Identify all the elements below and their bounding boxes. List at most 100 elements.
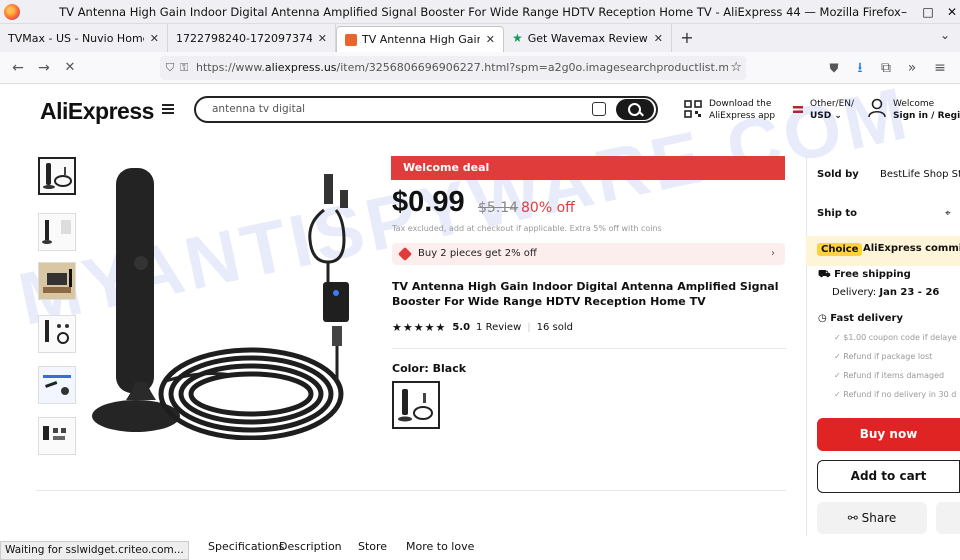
rating-row: ★★★★★ 5.0 1 Review | 16 sold <box>392 321 573 334</box>
forward-icon[interactable]: → <box>34 58 54 78</box>
star-rating-icon: ★★★★★ <box>392 321 447 334</box>
delivery-dates: Jan 23 - 26 <box>879 287 940 298</box>
star-favicon-icon: ★ <box>512 31 523 45</box>
close-tab-icon[interactable]: ✕ <box>150 32 159 45</box>
qr-code-icon[interactable] <box>684 100 702 118</box>
delivery-row: Delivery: Jan 23 - 26 <box>832 287 939 298</box>
pocket-icon[interactable]: ⛊ <box>824 58 844 78</box>
feature-item: ✓ Refund if items damaged <box>834 371 945 380</box>
image-search-icon[interactable] <box>592 102 606 116</box>
us-flag-icon <box>793 106 803 113</box>
welcome-deal-banner: Welcome deal <box>391 156 785 180</box>
gallery-thumbnail[interactable] <box>38 157 76 195</box>
navigation-bar: ← → ✕ ⛉ ⚿ https://www.aliexpress.us/item/3… <box>0 52 960 84</box>
tab-store[interactable]: Store <box>358 540 387 553</box>
chevron-down-icon: ⌄ <box>834 111 842 121</box>
extensions-icon[interactable]: ⧉ <box>876 58 896 78</box>
welcome-line1: Welcome <box>893 99 935 109</box>
download-icon[interactable]: ⭳ <box>850 58 870 78</box>
categories-menu-icon[interactable] <box>162 104 174 114</box>
tab-more-to-love[interactable]: More to love <box>406 540 474 553</box>
overflow-icon[interactable]: » <box>902 58 922 78</box>
lock-icon[interactable]: ⚿ <box>180 56 196 80</box>
discount-label: 80% off <box>521 200 575 216</box>
close-tab-icon[interactable]: ✕ <box>318 32 327 45</box>
bookmark-star-icon[interactable]: ☆ <box>728 56 742 80</box>
gallery-thumbnail[interactable] <box>38 213 76 251</box>
bundle-promo[interactable]: Buy 2 pieces get 2% off › <box>392 243 785 265</box>
product-title: TV Antenna High Gain Indoor Digital Ante… <box>392 280 779 308</box>
window-titlebar: TV Antenna High Gain Indoor Digital Ante… <box>0 0 960 24</box>
back-icon[interactable]: ← <box>8 58 28 78</box>
close-tab-icon[interactable]: ✕ <box>654 32 663 45</box>
feature-text: $1.00 coupon code if delaye <box>843 333 957 342</box>
color-label: Color: Black <box>392 362 467 375</box>
url-rest: /item/3256806696906227.html?spm=a2g0o.im… <box>336 61 730 74</box>
list-tabs-icon[interactable]: ⌄ <box>940 28 950 42</box>
add-to-cart-button[interactable]: Add to cart <box>817 460 960 493</box>
rating-value: 5.0 <box>452 322 471 333</box>
welcome-line2: Sign in / Register <box>893 111 960 121</box>
new-tab-icon[interactable]: + <box>672 24 702 52</box>
feature-item: ✓ Refund if no delivery in 30 d <box>834 390 957 399</box>
tab-description[interactable]: Description <box>279 540 342 553</box>
location-pin-icon[interactable]: ⌖ <box>945 208 951 219</box>
url-prefix: https://www. <box>196 61 265 74</box>
fast-delivery-label: Fast delivery <box>830 313 903 324</box>
account-link[interactable]: Welcome Sign in / Register <box>893 98 960 122</box>
tab-nuvio[interactable]: TVMax - US - Nuvio Home ✕ <box>0 24 168 52</box>
review-count[interactable]: 1 Review <box>476 322 521 333</box>
tab-label: 1722798240-1720973747-5 <box>176 31 312 45</box>
color-swatch-black[interactable] <box>392 381 440 429</box>
download-app-link[interactable]: Download the AliExpress app <box>709 98 775 122</box>
main-product-image[interactable] <box>88 150 358 441</box>
current-price: $0.99 <box>392 186 465 218</box>
divider <box>36 490 786 491</box>
tax-note: Tax excluded, add at checkout if applica… <box>392 224 662 233</box>
choice-badge: Choice <box>817 243 863 256</box>
buy-now-button[interactable]: Buy now <box>817 418 960 451</box>
seller-name[interactable]: BestLife Shop Sto <box>880 169 960 180</box>
gallery-thumbnail[interactable] <box>38 366 76 404</box>
search-button[interactable] <box>616 99 654 120</box>
window-title: TV Antenna High Gain Indoor Digital Ante… <box>59 4 901 19</box>
feature-item: ✓ $1.00 coupon code if delaye <box>834 333 957 342</box>
sold-count: 16 sold <box>536 322 573 333</box>
firefox-logo-icon <box>4 4 20 20</box>
locale-line2: USD <box>810 111 832 121</box>
locale-selector[interactable]: Other/EN/ USD ⌄ <box>810 98 854 122</box>
close-window-icon[interactable]: ✕ <box>936 0 960 24</box>
clock-icon: ◷ <box>818 313 827 324</box>
wishlist-button[interactable] <box>936 502 960 534</box>
original-price: $5.14 <box>478 200 519 216</box>
gallery-thumbnail[interactable] <box>38 417 76 455</box>
tab-label: TVMax - US - Nuvio Home <box>8 31 144 45</box>
feature-text: Refund if package lost <box>843 352 933 361</box>
search-input[interactable]: antenna tv digital <box>194 96 658 123</box>
aliexpress-logo[interactable]: AliExpress <box>40 98 154 125</box>
sold-by-label: Sold by <box>817 169 859 180</box>
tab-aliexpress[interactable]: TV Antenna High Gain In ✕ <box>336 26 504 52</box>
shield-icon[interactable]: ⛉ <box>160 56 180 80</box>
tab-bar: TVMax - US - Nuvio Home ✕ 1722798240-1720… <box>0 24 960 52</box>
separator: | <box>527 322 531 333</box>
tab-label: TV Antenna High Gain In <box>362 33 480 46</box>
share-button[interactable]: ⚯ Share <box>817 502 927 534</box>
truck-icon: ⛟ <box>818 269 831 280</box>
stop-loading-icon[interactable]: ✕ <box>60 58 80 78</box>
download-line2: AliExpress app <box>709 111 776 121</box>
download-line1: Download the <box>709 99 772 109</box>
gallery-thumbnail[interactable] <box>38 262 76 300</box>
gallery-thumbnail[interactable] <box>38 315 76 353</box>
close-tab-icon[interactable]: ✕ <box>486 33 495 46</box>
tab-numeric[interactable]: 1722798240-1720973747-5 ✕ <box>168 24 336 52</box>
menu-icon[interactable]: ≡ <box>930 58 950 78</box>
url-bar[interactable]: ⛉ ⚿ https://www.aliexpress.us/item/3256806… <box>160 56 746 80</box>
tab-specifications[interactable]: Specifications <box>208 540 284 553</box>
tab-wavemax[interactable]: ★ Get Wavemax Reviews | ✕ <box>504 24 672 52</box>
feature-text: Refund if no delivery in 30 d <box>843 390 957 399</box>
feature-text: Refund if items damaged <box>843 371 945 380</box>
delivery-label: Delivery: <box>832 287 877 298</box>
user-icon[interactable] <box>868 98 886 118</box>
choice-banner[interactable]: Choice AliExpress commitm <box>806 236 960 266</box>
